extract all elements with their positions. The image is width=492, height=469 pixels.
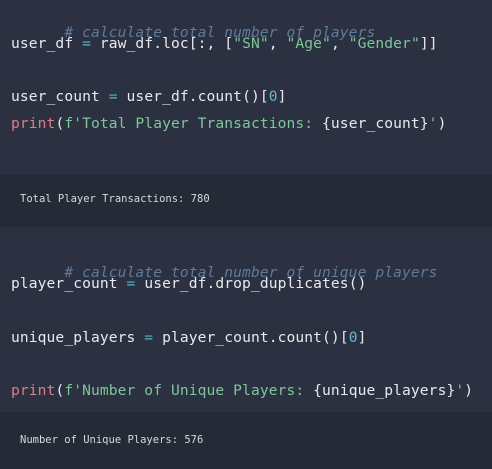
punctuation: (: [55, 382, 65, 399]
fstring-literal: f'Total Player Transactions:: [64, 115, 323, 132]
code-line: print(f'Total Player Transactions: {user…: [11, 115, 446, 132]
fstring-expression: {user_count}: [322, 115, 429, 132]
variable-name: player_count: [11, 275, 118, 292]
builtin-function: print: [11, 115, 56, 132]
notebook-page: # calculate total number of players user…: [0, 0, 492, 469]
expression: user_df.drop_duplicates(): [144, 275, 367, 292]
assign-operator: =: [135, 329, 163, 346]
string-literal: "Age": [286, 35, 331, 52]
punctuation: ]: [357, 329, 367, 346]
fstring-expression: {unique_players}: [313, 382, 456, 399]
punctuation: ): [437, 115, 447, 132]
output-text: Total Player Transactions: 780: [20, 193, 210, 205]
code-cell-2[interactable]: # calculate total number of unique playe…: [0, 238, 492, 410]
code-line: player_count = user_df.drop_duplicates(): [11, 275, 366, 292]
expression: player_count.count()[: [162, 329, 349, 346]
fstring-literal: f'Number of Unique Players:: [64, 382, 314, 399]
expression: raw_df.loc[:, [: [99, 35, 234, 52]
punctuation: ): [464, 382, 474, 399]
code-line: unique_players = player_count.count()[0]: [11, 329, 367, 346]
output-cell-2: Number of Unique Players: 576: [0, 412, 492, 469]
variable-name: unique_players: [11, 329, 136, 346]
punctuation: ]]: [419, 35, 438, 52]
number-literal: 0: [348, 329, 358, 346]
assign-operator: =: [99, 88, 127, 105]
output-cell-1: Total Player Transactions: 780: [0, 175, 492, 227]
assign-operator: =: [117, 275, 145, 292]
punctuation: ,: [330, 35, 349, 52]
punctuation: (: [55, 115, 65, 132]
string-literal: "Gender": [348, 35, 420, 52]
punctuation: ]: [277, 88, 287, 105]
punctuation: ,: [268, 35, 287, 52]
output-text: Number of Unique Players: 576: [20, 434, 204, 446]
expression: user_df.count()[: [126, 88, 269, 105]
fstring-literal: ': [428, 115, 438, 132]
code-line: print(f'Number of Unique Players: {uniqu…: [11, 382, 473, 399]
number-literal: 0: [268, 88, 278, 105]
code-line: user_count = user_df.count()[0]: [11, 88, 287, 105]
variable-name: user_count: [11, 88, 100, 105]
code-cell-1[interactable]: # calculate total number of players user…: [0, 0, 492, 175]
code-line: user_df = raw_df.loc[:, ["SN", "Age", "G…: [11, 35, 438, 52]
assign-operator: =: [73, 35, 100, 52]
fstring-literal: ': [455, 382, 465, 399]
variable-name: user_df: [11, 35, 74, 52]
builtin-function: print: [11, 382, 56, 399]
string-literal: "SN": [233, 35, 269, 52]
